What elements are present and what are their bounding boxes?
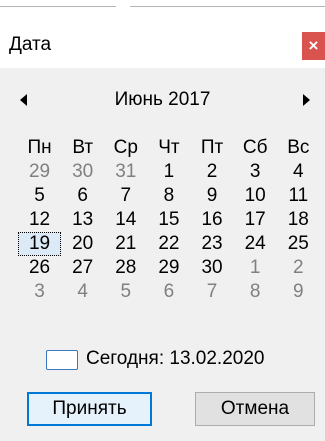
- day-cell[interactable]: 28: [104, 256, 147, 280]
- month-year-label[interactable]: Июнь 2017: [0, 89, 325, 111]
- weekday-header: Пн: [27, 137, 52, 158]
- day-cell[interactable]: 16: [191, 208, 234, 232]
- cancel-button-label: Отмена: [220, 398, 290, 419]
- day-cell[interactable]: 5: [104, 280, 147, 304]
- day-cell[interactable]: 17: [234, 208, 277, 232]
- day-cell[interactable]: 20: [61, 232, 104, 256]
- calendar-weeks: 29 30 31 1 2 3 4 5 6 7 8 9 10 11 12 13 14 15 16 17 18 19 20 21 2…: [18, 160, 320, 304]
- close-button[interactable]: ×: [302, 32, 325, 60]
- day-cell[interactable]: 9: [191, 184, 234, 208]
- day-cell[interactable]: 12: [18, 208, 61, 232]
- day-cell[interactable]: 4: [277, 160, 320, 184]
- day-cell[interactable]: 2: [277, 256, 320, 280]
- day-cell[interactable]: 6: [147, 280, 190, 304]
- today-checkbox[interactable]: [46, 350, 78, 370]
- next-month-button[interactable]: [303, 94, 310, 106]
- calendar-week-row: 26 27 28 29 30 1 2: [18, 256, 320, 280]
- day-cell[interactable]: 1: [147, 160, 190, 184]
- weekday-header: Пт: [200, 137, 224, 158]
- day-cell[interactable]: 3: [18, 280, 61, 304]
- cancel-button[interactable]: Отмена: [195, 392, 315, 426]
- calendar-week-row: 12 13 14 15 16 17 18: [18, 208, 320, 232]
- calendar-week-row: 3456789: [18, 280, 320, 304]
- title-bar: Дата ×: [0, 8, 325, 68]
- day-cell[interactable]: 14: [104, 208, 147, 232]
- day-cell[interactable]: 21: [104, 232, 147, 256]
- day-cell[interactable]: 31: [104, 160, 147, 184]
- day-cell[interactable]: 25: [277, 232, 320, 256]
- day-cell[interactable]: 30: [191, 256, 234, 280]
- day-cell[interactable]: 18: [277, 208, 320, 232]
- day-cell[interactable]: 13: [61, 208, 104, 232]
- weekday-header: Чт: [158, 137, 180, 158]
- top-border-right: [130, 6, 325, 7]
- calendar-week-row: 19 20 21 22 23 24 25: [18, 232, 320, 256]
- weekday-header: Вт: [72, 137, 94, 158]
- accept-button[interactable]: Принять: [27, 392, 152, 426]
- close-icon: ×: [308, 36, 319, 55]
- weekday-header: Ср: [113, 137, 138, 158]
- weekday-header-row: Пн Вт Ср Чт Пт Сб Вс: [18, 136, 320, 160]
- day-cell[interactable]: 5: [18, 184, 61, 208]
- day-cell[interactable]: 23: [191, 232, 234, 256]
- day-cell[interactable]: 4: [61, 280, 104, 304]
- window-title: Дата: [9, 34, 52, 55]
- day-cell[interactable]: 29: [18, 160, 61, 184]
- day-cell[interactable]: 29: [147, 256, 190, 280]
- window-top-border: [0, 0, 325, 8]
- accept-button-label: Принять: [52, 398, 127, 419]
- day-cell[interactable]: 10: [234, 184, 277, 208]
- day-cell[interactable]: 22: [147, 232, 190, 256]
- calendar-week-row: 5 6 7 8 9 10 11: [18, 184, 320, 208]
- day-cell[interactable]: 11: [277, 184, 320, 208]
- day-cell[interactable]: 2: [191, 160, 234, 184]
- day-cell[interactable]: 1: [234, 256, 277, 280]
- today-label[interactable]: Сегодня: 13.02.2020: [86, 348, 264, 370]
- day-cell[interactable]: 27: [61, 256, 104, 280]
- day-cell[interactable]: 26: [18, 256, 61, 280]
- calendar-grid: Пн Вт Ср Чт Пт Сб Вс 29 30 31 1 2 3 4 5 6 7 8 9 10 11 12 13 14…: [18, 136, 320, 304]
- day-cell[interactable]: 7: [104, 184, 147, 208]
- day-cell[interactable]: 30: [61, 160, 104, 184]
- day-cell[interactable]: 7: [191, 280, 234, 304]
- day-cell[interactable]: 24: [234, 232, 277, 256]
- calendar-week-row: 29 30 31 1 2 3 4: [18, 160, 320, 184]
- day-cell[interactable]: 15: [147, 208, 190, 232]
- selected-day-cell[interactable]: 19: [18, 232, 62, 256]
- weekday-header: Сб: [242, 137, 268, 158]
- day-cell[interactable]: 8: [234, 280, 277, 304]
- day-cell[interactable]: 9: [277, 280, 320, 304]
- day-cell[interactable]: 6: [61, 184, 104, 208]
- weekday-header: Вс: [287, 137, 310, 158]
- day-cell[interactable]: 8: [147, 184, 190, 208]
- day-cell[interactable]: 3: [234, 160, 277, 184]
- top-border-left: [0, 6, 116, 7]
